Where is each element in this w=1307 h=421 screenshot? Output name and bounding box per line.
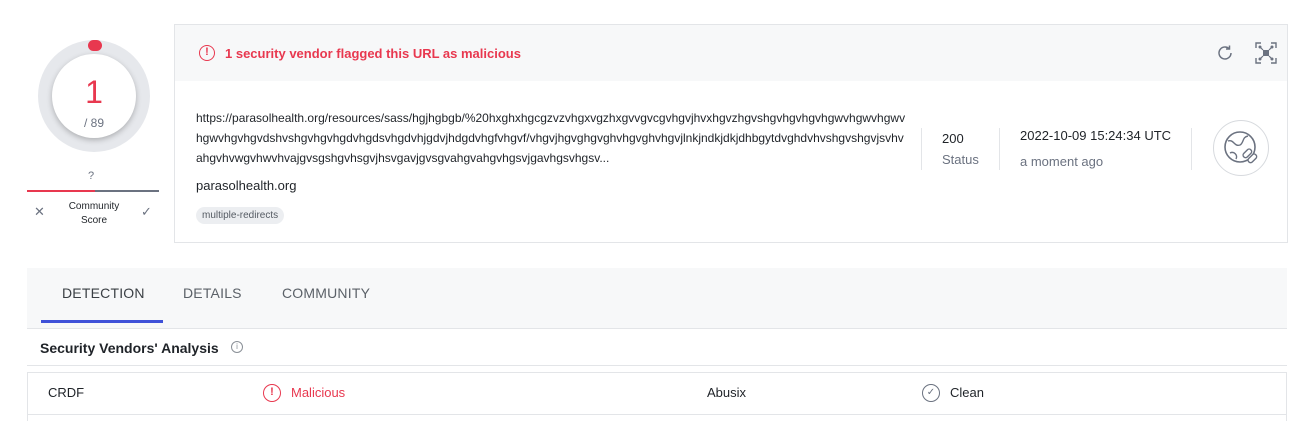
active-tab-indicator <box>41 320 163 323</box>
detection-score-gauge: 1 / 89 <box>38 40 150 152</box>
detection-total: / 89 <box>83 116 104 130</box>
url-globe-link-icon <box>1213 120 1269 176</box>
alert-circle-icon: ! <box>199 45 215 61</box>
vendor-result: Malicious <box>291 385 346 400</box>
tab-details[interactable]: DETAILS <box>183 285 242 301</box>
malicious-icon: ! <box>263 384 281 402</box>
url-domain[interactable]: parasolhealth.org <box>196 178 296 193</box>
scan-relative-time: a moment ago <box>1020 154 1104 169</box>
scan-timestamp: 2022-10-09 15:24:34 UTC <box>1020 128 1172 143</box>
detection-score-dial: 1 / 89 <box>52 54 136 138</box>
community-score-value: ? <box>88 170 95 182</box>
community-score-label-line1: Community <box>68 201 120 212</box>
url-report-card: ! 1 security vendor flagged this URL as … <box>174 24 1288 243</box>
graph-icon[interactable] <box>1255 42 1277 64</box>
reanalyze-icon[interactable] <box>1215 43 1235 63</box>
divider <box>921 128 922 170</box>
tab-detection[interactable]: DETECTION <box>62 285 145 301</box>
http-status-label: Status <box>942 152 979 167</box>
http-status-code: 200 <box>942 131 964 146</box>
globe-icon <box>1224 131 1258 164</box>
downvote-icon[interactable]: ✕ <box>34 204 45 220</box>
divider <box>1191 128 1192 170</box>
community-score-label-line2: Score <box>80 215 108 226</box>
divider <box>999 128 1000 170</box>
gauge-indicator-dot <box>88 40 102 51</box>
detection-count: 1 <box>85 74 103 110</box>
alert-message: 1 security vendor flagged this URL as ma… <box>225 46 521 61</box>
info-icon[interactable]: i <box>231 341 243 353</box>
vendor-result: Clean <box>950 385 984 400</box>
section-divider <box>27 365 1287 366</box>
community-score-bar-positive <box>95 190 159 192</box>
alert-banner: ! 1 security vendor flagged this URL as … <box>175 25 1287 81</box>
vendor-name: Abusix <box>707 385 747 400</box>
section-title: Security Vendors' Analysis <box>40 340 219 356</box>
vendor-name: CRDF <box>48 385 85 400</box>
clean-check-icon: ✓ <box>922 384 940 402</box>
upvote-icon[interactable]: ✓ <box>141 204 152 220</box>
community-score-bar-negative <box>27 190 95 192</box>
tab-community[interactable]: COMMUNITY <box>282 285 370 301</box>
community-score-label: Community Score <box>58 200 130 228</box>
scanned-url[interactable]: https://parasolhealth.org/resources/sass… <box>196 108 906 168</box>
table-row-divider <box>27 414 1287 415</box>
url-tag[interactable]: multiple-redirects <box>196 207 285 224</box>
